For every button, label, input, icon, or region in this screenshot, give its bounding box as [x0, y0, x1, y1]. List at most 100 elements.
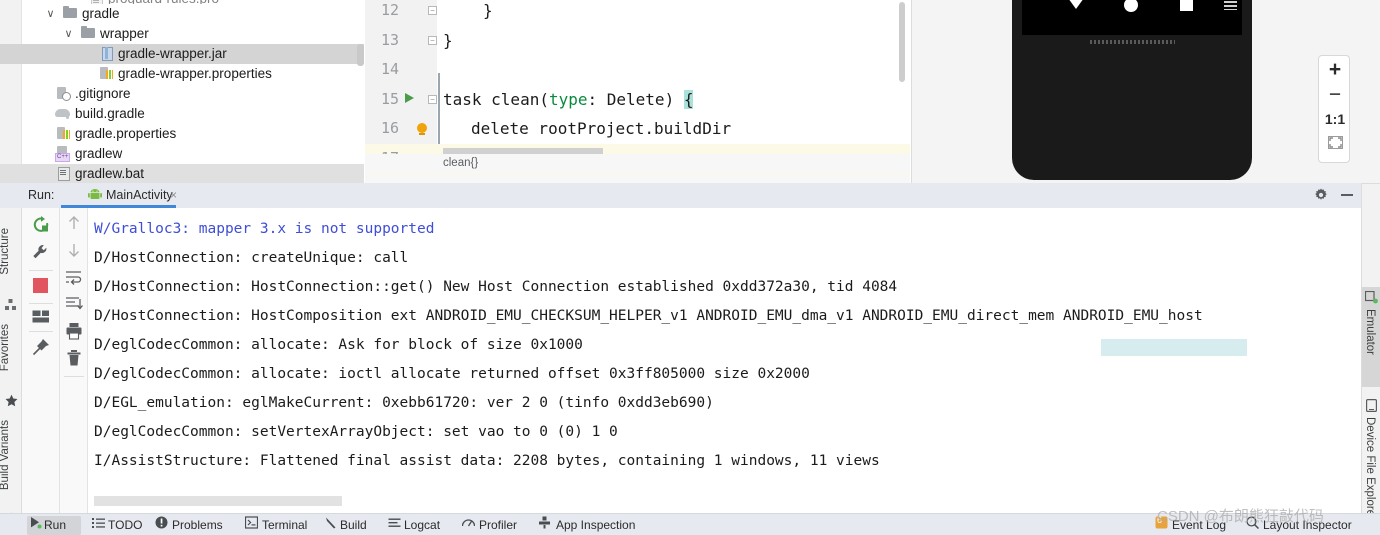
line-number: 14 — [380, 60, 399, 78]
pin-icon[interactable] — [32, 338, 50, 356]
tree-item-gradlew-bat[interactable]: gradlew.bat — [0, 164, 364, 183]
wrench-icon[interactable] — [32, 244, 50, 262]
emulator-screen[interactable]: asdfghjkl zxcvbnm ?123 , — [1022, 0, 1242, 35]
restore-layout-icon[interactable] — [32, 310, 50, 328]
run-console-output[interactable]: D/EGL_emulation: eglCreateContext: 0xebb… — [88, 208, 1361, 513]
line-number: 16 — [380, 119, 399, 137]
tree-item-label: wrapper — [100, 26, 149, 41]
status-item-terminal[interactable]: Terminal — [262, 517, 307, 534]
zoom-in-button[interactable]: + — [1319, 58, 1351, 82]
down-arrow-icon[interactable] — [65, 241, 83, 259]
tree-item-wrapper[interactable]: ∨ wrapper — [0, 24, 364, 44]
close-icon[interactable]: × — [170, 188, 177, 202]
rerun-icon[interactable] — [32, 216, 50, 234]
scroll-to-end-icon[interactable] — [65, 295, 83, 313]
minimize-icon[interactable] — [1341, 194, 1353, 196]
tree-item-gradle-wrapper-jar[interactable]: gradle-wrapper.jar — [0, 44, 364, 64]
editor-line-15: 15 − task clean(type: Delete) { — [365, 85, 910, 115]
stop-icon[interactable] — [33, 278, 48, 293]
code-token: { — [683, 89, 694, 109]
console-line: D/HostConnection: HostConnection::get() … — [94, 279, 898, 295]
tree-item-label: gradle.properties — [75, 126, 177, 141]
tree-twisty-gradle[interactable]: ∨ — [44, 4, 57, 24]
sidebar-item-build-variants[interactable]: Build Variants — [0, 420, 21, 490]
nav-keyboard-icon[interactable] — [1224, 1, 1237, 10]
project-tree-panel[interactable]: proguard-rules.pro∨gradle∨wrappergradle-… — [0, 0, 364, 183]
tree-item-gradle-wrapper-properties[interactable]: gradle-wrapper.properties — [0, 64, 364, 84]
status-item-app-inspection[interactable]: App Inspection — [556, 517, 635, 534]
run-tab-label: MainActivity — [106, 188, 173, 202]
zoom-out-button[interactable]: − — [1319, 83, 1351, 107]
properties-icon — [55, 126, 71, 140]
gear-icon[interactable] — [1314, 188, 1328, 202]
watermark: CSDN @布朗熊狂敲代码 — [1157, 508, 1324, 525]
code-text: } — [483, 1, 493, 20]
up-arrow-icon[interactable] — [65, 214, 83, 232]
android-studio-window: proguard-rules.pro∨gradle∨wrappergradle-… — [0, 0, 1380, 535]
status-item-run[interactable]: Run — [44, 517, 66, 534]
status-item-todo[interactable]: TODO — [108, 517, 142, 534]
sidebar-item-device-file-explorer[interactable]: Device File Explorer — [1362, 395, 1380, 525]
editor-breadcrumb[interactable]: clean{} — [365, 154, 910, 172]
sidebar-item-favorites[interactable]: Favorites — [0, 324, 21, 371]
tree-item-build-gradle[interactable]: build.gradle — [0, 104, 364, 124]
tree-twisty-wrapper[interactable]: ∨ — [62, 24, 75, 44]
nav-back-icon[interactable] — [1068, 0, 1084, 9]
fold-marker[interactable]: − — [428, 35, 437, 45]
emulator-pane[interactable]: asdfghjkl zxcvbnm ?123 , — [911, 0, 1380, 183]
run-gutter-icon[interactable] — [405, 92, 414, 103]
line-number: 12 — [380, 1, 399, 19]
sidebar-item-structure[interactable]: Structure — [0, 228, 21, 275]
tree-item-label: gradle-wrapper.jar — [118, 46, 227, 61]
tree-item-gradle[interactable]: ∨ gradle — [0, 4, 364, 24]
nav-recents-icon[interactable] — [1180, 0, 1193, 11]
tree-item-label: gradlew — [75, 146, 123, 161]
tree-item-label: .gitignore — [75, 86, 131, 101]
tree-item-label: build.gradle — [75, 106, 145, 121]
run-header-bar: Run: MainActivity × — [0, 183, 1380, 208]
tree-scrollbar-thumb[interactable] — [357, 44, 364, 66]
star-icon — [5, 394, 18, 407]
code-text: task clean(type: Delete) { — [443, 85, 694, 115]
console-search-highlight — [1101, 339, 1247, 356]
status-item-profiler[interactable]: Profiler — [479, 517, 517, 534]
tree-item-gradle-properties[interactable]: gradle.properties — [0, 124, 364, 144]
editor-line-12: 12 −} — [365, 0, 910, 26]
fold-marker[interactable]: − — [428, 94, 437, 104]
editor-line-16: 16 delete rootProject.buildDir — [365, 114, 910, 144]
emulator-navigation-bar — [1022, 0, 1242, 35]
fit-to-screen-button[interactable] — [1319, 133, 1351, 155]
tree-item--gitignore[interactable]: .gitignore — [0, 84, 364, 104]
trash-icon[interactable] — [65, 349, 83, 367]
sidebar-item-emulator[interactable]: Emulator — [1362, 287, 1380, 387]
code-editor[interactable]: 12−} 13−} 14 15− task clean(type: Delete) {1… — [365, 0, 910, 183]
emulator-zoom-controls[interactable]: + − 1:1 — [1318, 55, 1350, 163]
folder-icon — [80, 26, 96, 40]
tree-item-gradlew[interactable]: gradlew — [0, 144, 364, 164]
structure-icon — [5, 298, 18, 311]
todo-icon — [92, 516, 105, 529]
bat-file-icon — [55, 166, 71, 181]
tree-rows: proguard-rules.pro∨gradle∨wrappergradle-… — [0, 0, 364, 183]
fold-marker[interactable]: − — [428, 6, 437, 15]
print-icon[interactable] — [65, 322, 83, 340]
console-horizontal-scrollbar[interactable] — [94, 496, 342, 506]
line-number: 13 — [380, 30, 399, 49]
intention-bulb-icon[interactable] — [417, 123, 427, 135]
stripe-divider — [1362, 183, 1380, 184]
line-number: 15 — [380, 89, 399, 108]
console-line: D/eglCodecCommon: allocate: ioctl alloca… — [94, 366, 810, 382]
gradle-elephant-icon — [55, 106, 71, 120]
logcat-icon — [388, 516, 401, 529]
actual-size-button[interactable]: 1:1 — [1319, 108, 1351, 130]
editor-horizontal-scrollbar[interactable] — [365, 173, 910, 183]
top-area: proguard-rules.pro∨gradle∨wrappergradle-… — [0, 0, 1380, 183]
status-item-problems[interactable]: Problems — [172, 517, 223, 534]
code-token: : Delete) — [587, 89, 684, 109]
nav-home-icon[interactable] — [1124, 0, 1138, 12]
android-robot-icon — [88, 189, 102, 200]
editor-vertical-scrollbar[interactable] — [899, 2, 905, 82]
status-item-logcat[interactable]: Logcat — [404, 517, 440, 534]
status-item-build[interactable]: Build — [340, 517, 367, 534]
soft-wrap-icon[interactable] — [65, 268, 83, 286]
